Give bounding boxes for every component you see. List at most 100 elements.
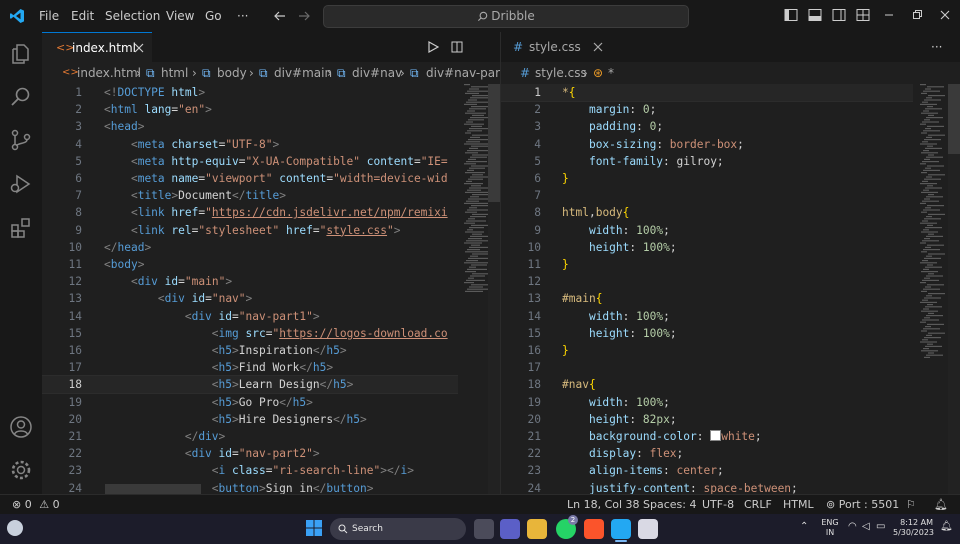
breadcrumb-item[interactable]: html bbox=[161, 62, 188, 84]
scrollbar-thumb[interactable] bbox=[488, 84, 500, 202]
close-tab-icon[interactable] bbox=[593, 42, 603, 52]
code-line[interactable]: 23 align-items: center; bbox=[501, 462, 913, 479]
code-line[interactable]: 20 height: 82px; bbox=[501, 411, 913, 428]
code-line[interactable]: 2 <html lang="en"> bbox=[42, 101, 458, 118]
vscode-taskbar-icon[interactable] bbox=[611, 519, 631, 539]
code-line[interactable]: 3 <head> bbox=[42, 118, 458, 135]
live-server-port[interactable]: ⊚ Port : 5501 bbox=[826, 495, 899, 515]
code-line[interactable]: 8 <link href="https://cdn.jsdelivr.net/n… bbox=[42, 204, 458, 221]
code-line[interactable]: 15 <img src="https://logos-download.co bbox=[42, 325, 458, 342]
code-line[interactable]: 21 </div> bbox=[42, 428, 458, 445]
customize-layout-icon[interactable] bbox=[856, 8, 870, 22]
code-line[interactable]: 14 <div id="nav-part1"> bbox=[42, 308, 458, 325]
snipping-tool-icon[interactable] bbox=[638, 519, 658, 539]
code-line[interactable]: 6} bbox=[501, 170, 913, 187]
menu-go[interactable]: Go bbox=[205, 0, 222, 32]
scrollbar-thumb[interactable] bbox=[948, 84, 960, 154]
close-tab-icon[interactable] bbox=[134, 43, 144, 53]
menu-view[interactable]: View bbox=[166, 0, 194, 32]
task-view-icon[interactable] bbox=[474, 519, 494, 539]
battery-icon[interactable]: ▭ bbox=[876, 521, 885, 532]
file-explorer-icon[interactable] bbox=[527, 519, 547, 539]
clock[interactable]: 8:12 AM 5/30/2023 bbox=[893, 518, 934, 538]
accounts-icon[interactable] bbox=[9, 415, 33, 439]
volume-icon[interactable]: ◁ bbox=[862, 521, 870, 532]
code-line[interactable]: 24 justify-content: space-between; bbox=[501, 480, 913, 494]
weather-widget-icon[interactable] bbox=[7, 520, 23, 536]
code-line[interactable]: 2 margin: 0; bbox=[501, 101, 913, 118]
code-line[interactable]: 12 <div id="main"> bbox=[42, 273, 458, 290]
minimize-window-icon[interactable] bbox=[882, 8, 896, 22]
code-line[interactable]: 8 html,body{ bbox=[501, 204, 913, 221]
extensions-icon[interactable] bbox=[9, 216, 33, 240]
tab-style-css[interactable]: # style.css bbox=[501, 32, 611, 62]
menu-edit[interactable]: Edit bbox=[71, 0, 94, 32]
code-line[interactable]: 16 <h5>Inspiration</h5> bbox=[42, 342, 458, 359]
code-line[interactable]: 18 <h5>Learn Design</h5> bbox=[42, 375, 458, 395]
code-line[interactable]: 3 padding: 0; bbox=[501, 118, 913, 135]
encoding[interactable]: UTF-8 bbox=[702, 495, 734, 515]
taskbar-search[interactable]: Search bbox=[330, 518, 466, 540]
input-language[interactable]: ENG IN bbox=[821, 518, 839, 538]
menu-more[interactable]: ··· bbox=[237, 0, 248, 32]
teams-chat-icon[interactable] bbox=[500, 519, 520, 539]
windows-start-icon[interactable] bbox=[306, 520, 322, 536]
run-icon[interactable] bbox=[427, 41, 439, 53]
problems-status[interactable]: ⊗ 0 ⚠ 0 bbox=[12, 495, 60, 515]
code-line[interactable]: 12 bbox=[501, 273, 913, 290]
code-line[interactable]: 22 display: flex; bbox=[501, 445, 913, 462]
code-line[interactable]: 9 <link rel="stylesheet" href="style.css… bbox=[42, 222, 458, 239]
indentation[interactable]: Spaces: 4 bbox=[643, 495, 696, 515]
code-line[interactable]: 9 width: 100%; bbox=[501, 222, 913, 239]
toggle-secondary-sidebar-icon[interactable] bbox=[832, 8, 846, 22]
forward-arrow-icon[interactable] bbox=[297, 9, 311, 23]
code-line[interactable]: 1 <!DOCTYPE html> bbox=[42, 84, 458, 101]
close-window-icon[interactable] bbox=[938, 8, 952, 22]
breadcrumb-item[interactable]: div#main bbox=[274, 62, 332, 84]
code-line[interactable]: 13 <div id="nav"> bbox=[42, 290, 458, 307]
code-line[interactable]: 11} bbox=[501, 256, 913, 273]
wifi-icon[interactable]: ◠ bbox=[848, 521, 857, 532]
end-of-line[interactable]: CRLF bbox=[744, 495, 772, 515]
manage-gear-icon[interactable] bbox=[9, 458, 33, 482]
code-editor-css[interactable]: 1 *{2 margin: 0; 3 padding: 0; 4 box-sizing… bbox=[501, 84, 913, 494]
code-line[interactable]: 4 <meta charset="UTF-8"> bbox=[42, 136, 458, 153]
code-line[interactable]: 15 height: 100%; bbox=[501, 325, 913, 342]
code-line[interactable]: 23 <i class="ri-search-line"></i> bbox=[42, 462, 458, 479]
brave-browser-icon[interactable] bbox=[584, 519, 604, 539]
run-debug-icon[interactable] bbox=[9, 172, 33, 196]
cursor-position[interactable]: Ln 18, Col 38 bbox=[567, 495, 640, 515]
breadcrumb-item[interactable]: body bbox=[217, 62, 247, 84]
code-line[interactable]: 22 <div id="nav-part2"> bbox=[42, 445, 458, 462]
minimap[interactable] bbox=[918, 84, 952, 384]
code-line[interactable]: 17 bbox=[501, 359, 913, 376]
code-line[interactable]: 19 width: 100%; bbox=[501, 394, 913, 411]
breadcrumb-item[interactable]: div#nav bbox=[352, 62, 402, 84]
code-line[interactable]: 5 <meta http-equiv="X-UA-Compatible" con… bbox=[42, 153, 458, 170]
explorer-icon[interactable] bbox=[9, 42, 33, 66]
code-line[interactable]: 4 box-sizing: border-box; bbox=[501, 136, 913, 153]
toggle-panel-icon[interactable] bbox=[808, 8, 822, 22]
breadcrumb-item[interactable]: div#nav-part1 bbox=[426, 62, 500, 84]
vertical-scrollbar[interactable] bbox=[948, 84, 960, 494]
code-line[interactable]: 10 </head> bbox=[42, 239, 458, 256]
restore-window-icon[interactable] bbox=[910, 8, 924, 22]
command-center-search[interactable]: Dribble bbox=[323, 5, 689, 28]
code-line[interactable]: 20 <h5>Hire Designers</h5> bbox=[42, 411, 458, 428]
code-line[interactable]: 17 <h5>Find Work</h5> bbox=[42, 359, 458, 376]
back-arrow-icon[interactable] bbox=[273, 9, 287, 23]
code-editor-html[interactable]: 1 <!DOCTYPE html> 2 <html lang="en"> 3 <head>… bbox=[42, 84, 458, 494]
menu-selection[interactable]: Selection bbox=[105, 0, 160, 32]
notification-center-icon[interactable]: 🔔︎ bbox=[940, 521, 953, 532]
code-line[interactable]: 16} bbox=[501, 342, 913, 359]
split-editor-icon[interactable] bbox=[451, 41, 463, 53]
breadcrumb-item[interactable]: * bbox=[608, 62, 614, 84]
horizontal-scrollbar-thumb[interactable] bbox=[105, 484, 201, 494]
notifications-bell-icon[interactable]: 🔔︎ bbox=[934, 495, 948, 515]
language-mode[interactable]: HTML bbox=[783, 495, 814, 515]
code-line[interactable]: 13 #main{ bbox=[501, 290, 913, 307]
code-line[interactable]: 11 <body> bbox=[42, 256, 458, 273]
tab-index-html[interactable]: <> index.html bbox=[42, 32, 152, 63]
menu-file[interactable]: File bbox=[39, 0, 59, 32]
breadcrumb-item[interactable]: index.html bbox=[77, 62, 141, 84]
